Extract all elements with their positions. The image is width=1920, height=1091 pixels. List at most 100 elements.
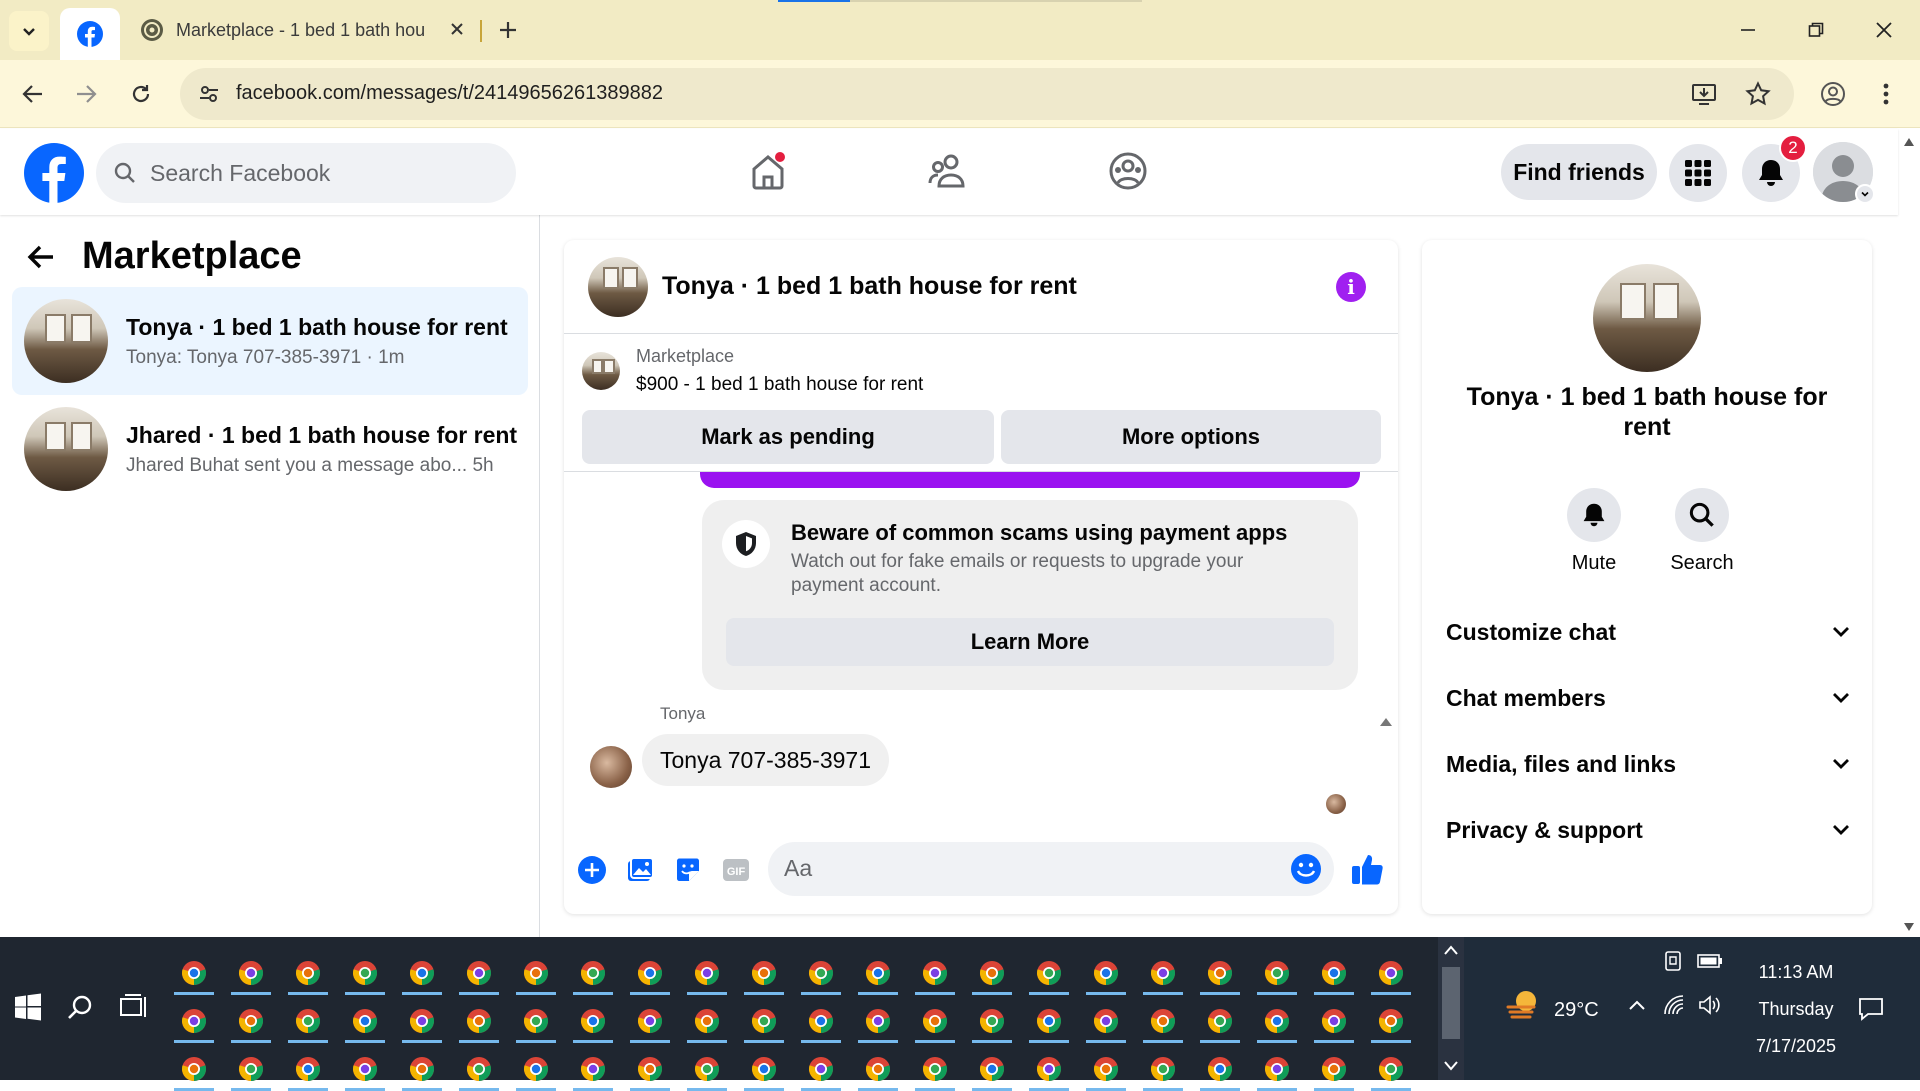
chrome-window-button[interactable] xyxy=(288,951,328,995)
facebook-search-input[interactable] xyxy=(148,158,468,188)
media-files-links-section[interactable]: Media, files and links xyxy=(1446,734,1850,794)
search-action[interactable]: Search xyxy=(1662,488,1742,575)
gif-button[interactable]: GIF xyxy=(718,852,754,888)
menu-grid-button[interactable] xyxy=(1669,144,1727,202)
chrome-window-button[interactable] xyxy=(1143,999,1183,1043)
restore-button[interactable] xyxy=(1782,0,1850,60)
chrome-window-button[interactable] xyxy=(858,951,898,995)
chevron-down-icon[interactable] xyxy=(1444,1061,1458,1071)
scroll-down-arrow-icon[interactable] xyxy=(1904,923,1914,931)
chrome-window-button[interactable] xyxy=(402,951,442,995)
home-nav[interactable] xyxy=(738,141,798,201)
chrome-window-button[interactable] xyxy=(345,1047,385,1091)
chrome-window-button[interactable] xyxy=(972,951,1012,995)
chrome-window-button[interactable] xyxy=(801,951,841,995)
chevron-up-icon[interactable] xyxy=(1628,999,1646,1011)
chrome-window-button[interactable] xyxy=(573,1047,613,1091)
mute-action[interactable]: Mute xyxy=(1554,488,1634,575)
chrome-window-button[interactable] xyxy=(288,999,328,1043)
message-input[interactable] xyxy=(782,854,1262,883)
message-input-box[interactable] xyxy=(768,842,1334,896)
chrome-window-button[interactable] xyxy=(345,951,385,995)
sticker-button[interactable] xyxy=(670,852,706,888)
like-button[interactable] xyxy=(1348,849,1388,889)
incoming-message-bubble[interactable]: Tonya 707-385-3971 xyxy=(642,734,889,786)
weather-widget[interactable] xyxy=(1506,987,1542,1023)
scroll-up-arrow-icon[interactable] xyxy=(1904,138,1914,146)
chrome-window-button[interactable] xyxy=(174,1047,214,1091)
sender-avatar[interactable] xyxy=(590,746,632,788)
chrome-window-button[interactable] xyxy=(402,999,442,1043)
chrome-window-button[interactable] xyxy=(858,1047,898,1091)
chrome-window-button[interactable] xyxy=(345,999,385,1043)
chrome-window-button[interactable] xyxy=(972,1047,1012,1091)
chrome-window-button[interactable] xyxy=(1086,951,1126,995)
groups-nav[interactable] xyxy=(1098,141,1158,201)
chrome-window-button[interactable] xyxy=(972,999,1012,1043)
chrome-window-button[interactable] xyxy=(1257,951,1297,995)
mark-as-pending-button[interactable]: Mark as pending xyxy=(582,410,994,464)
chrome-window-button[interactable] xyxy=(459,951,499,995)
chrome-window-button[interactable] xyxy=(687,1047,727,1091)
battery-icon[interactable] xyxy=(1697,953,1723,969)
reload-button[interactable] xyxy=(121,74,161,114)
chat-scrollbar[interactable] xyxy=(1378,714,1394,822)
conversation-info-icon[interactable]: i xyxy=(1336,272,1366,302)
browser-menu-button[interactable] xyxy=(1866,74,1906,114)
scroll-up-arrow-icon[interactable] xyxy=(1380,718,1392,726)
wifi-icon[interactable] xyxy=(1663,995,1685,1015)
start-button[interactable] xyxy=(8,987,48,1027)
facebook-logo-icon[interactable] xyxy=(24,143,84,203)
chrome-window-button[interactable] xyxy=(915,999,955,1043)
attach-photo-button[interactable] xyxy=(622,852,658,888)
chrome-window-button[interactable] xyxy=(573,999,613,1043)
chrome-window-button[interactable] xyxy=(630,999,670,1043)
chrome-window-button[interactable] xyxy=(687,999,727,1043)
chrome-window-button[interactable] xyxy=(1029,999,1069,1043)
chrome-window-button[interactable] xyxy=(516,999,556,1043)
find-friends-button[interactable]: Find friends xyxy=(1501,144,1657,200)
install-app-icon[interactable] xyxy=(1690,80,1718,108)
chrome-window-button[interactable] xyxy=(402,1047,442,1091)
chrome-window-button[interactable] xyxy=(231,1047,271,1091)
close-tab-icon[interactable] xyxy=(446,18,468,40)
page-scrollbar[interactable] xyxy=(1898,129,1920,937)
chrome-window-button[interactable] xyxy=(630,951,670,995)
chrome-window-button[interactable] xyxy=(1257,1047,1297,1091)
chrome-window-button[interactable] xyxy=(459,999,499,1043)
chevron-up-icon[interactable] xyxy=(1444,945,1458,955)
chrome-window-button[interactable] xyxy=(801,1047,841,1091)
tab-list-button[interactable] xyxy=(9,11,49,51)
chrome-window-button[interactable] xyxy=(1314,951,1354,995)
back-arrow-icon[interactable] xyxy=(26,242,56,272)
chat-members-section[interactable]: Chat members xyxy=(1446,668,1850,728)
chrome-window-button[interactable] xyxy=(744,951,784,995)
chrome-window-button[interactable] xyxy=(1029,1047,1069,1091)
conversation-item[interactable]: Tonya · 1 bed 1 bath house for rent Tony… xyxy=(12,287,528,395)
chrome-window-button[interactable] xyxy=(1200,1047,1240,1091)
account-menu-chevron[interactable] xyxy=(1855,184,1875,204)
privacy-support-section[interactable]: Privacy & support xyxy=(1446,800,1850,860)
chrome-window-button[interactable] xyxy=(174,999,214,1043)
chrome-window-button[interactable] xyxy=(288,1047,328,1091)
chrome-window-button[interactable] xyxy=(1029,951,1069,995)
chrome-window-button[interactable] xyxy=(801,999,841,1043)
close-window-button[interactable] xyxy=(1850,0,1918,60)
chrome-window-button[interactable] xyxy=(1371,951,1411,995)
friends-nav[interactable] xyxy=(918,141,978,201)
new-tab-button[interactable] xyxy=(492,14,524,46)
taskbar-scroll[interactable] xyxy=(1438,937,1464,1080)
profile-button[interactable] xyxy=(1813,74,1853,114)
facebook-search-box[interactable] xyxy=(96,143,516,203)
chrome-window-button[interactable] xyxy=(858,999,898,1043)
learn-more-button[interactable]: Learn More xyxy=(726,618,1334,666)
tab-facebook[interactable] xyxy=(60,8,120,60)
back-button[interactable] xyxy=(13,74,53,114)
task-view-button[interactable] xyxy=(114,987,154,1027)
listing-price-title[interactable]: $900 - 1 bed 1 bath house for rent xyxy=(636,374,923,396)
volume-icon[interactable] xyxy=(1698,995,1722,1015)
bookmark-star-icon[interactable] xyxy=(1744,80,1772,108)
more-actions-button[interactable] xyxy=(574,852,610,888)
more-options-button[interactable]: More options xyxy=(1001,410,1381,464)
forward-button[interactable] xyxy=(66,74,106,114)
